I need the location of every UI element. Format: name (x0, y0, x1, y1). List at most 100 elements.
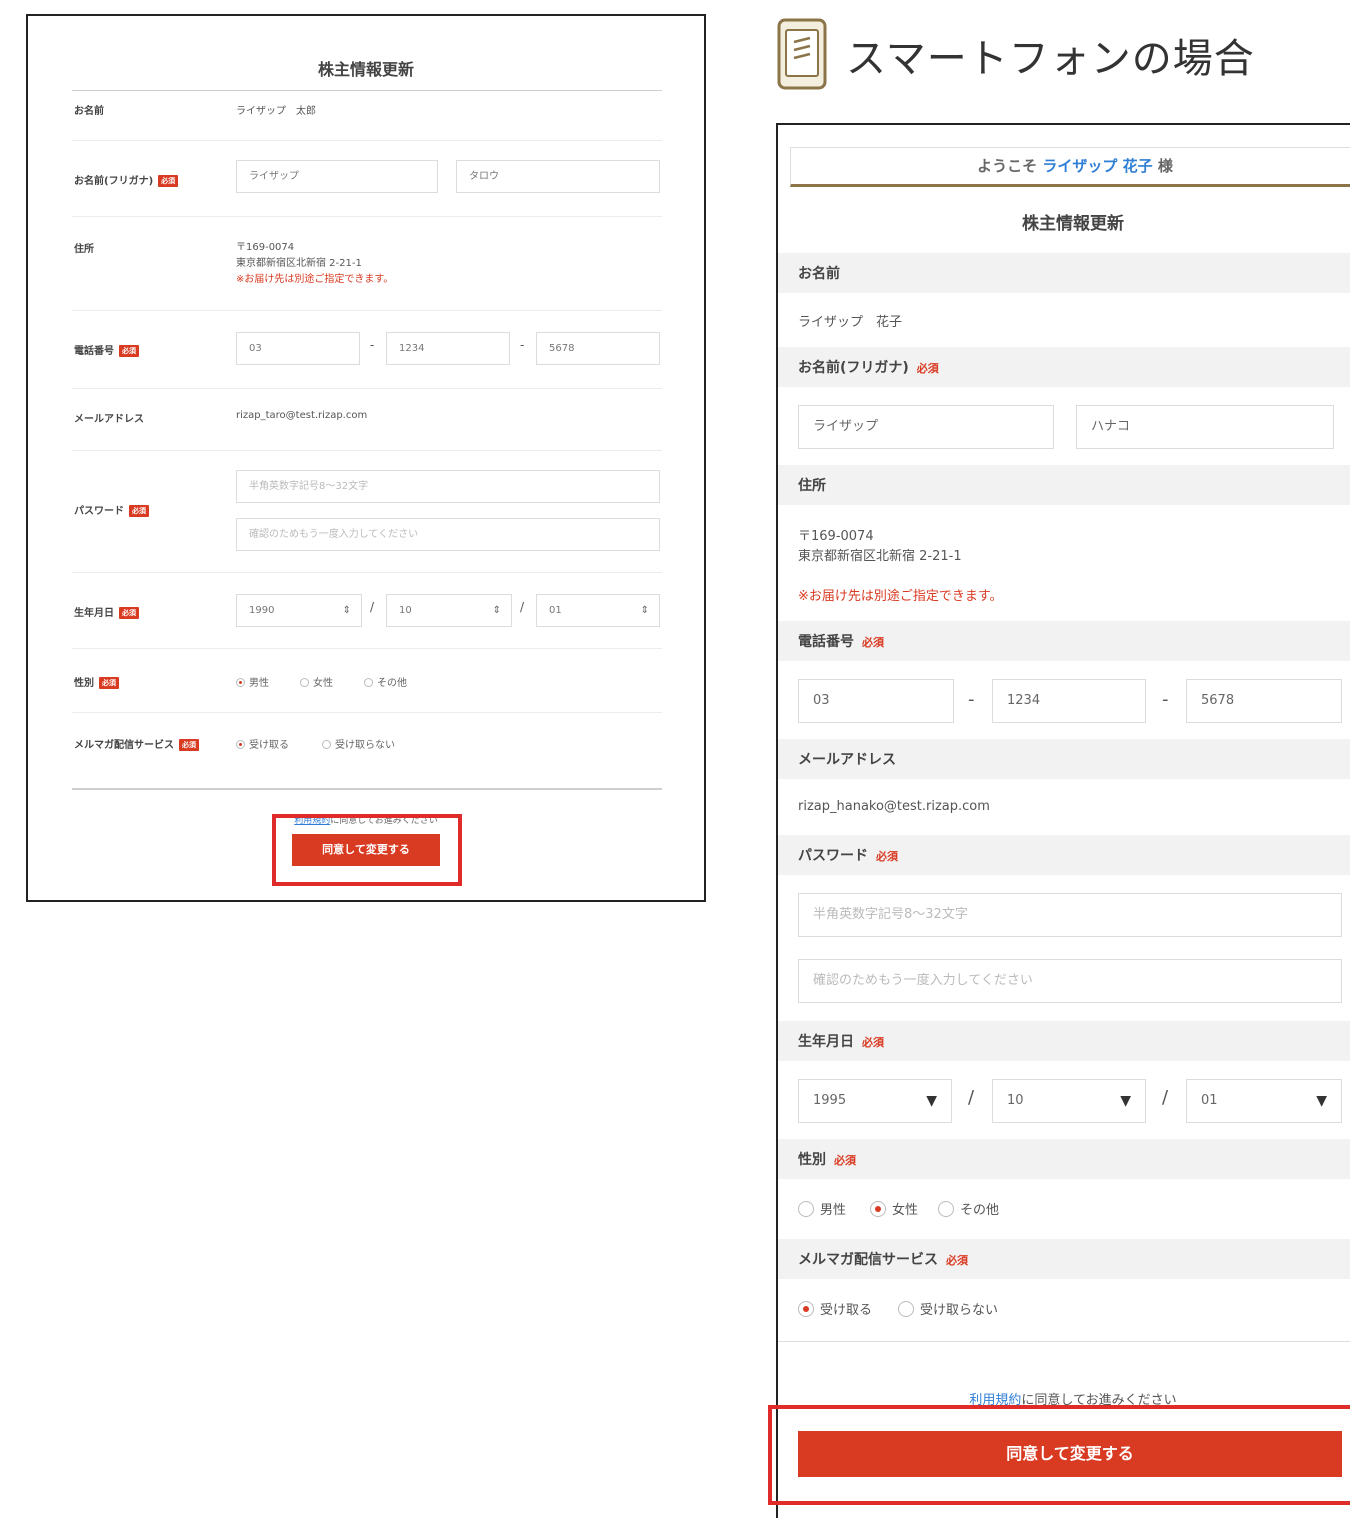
required-badge: 必須 (158, 175, 179, 187)
sp-mail-receive-label: 受け取る (820, 1303, 873, 1318)
pc-password-label-text: パスワード (74, 506, 124, 517)
select-arrow-icon: ▼ (1120, 1093, 1131, 1109)
radio-unselected-icon (798, 1201, 814, 1217)
pc-phone-label: 電話番号 必須 (74, 342, 139, 357)
sp-name-value: ライザップ 花子 (798, 315, 903, 330)
sp-birth-day-select[interactable]: 01 ▼ (1186, 1079, 1342, 1123)
pc-phone-label-text: 電話番号 (74, 346, 114, 357)
sp-gender-female-label: 女性 (892, 1203, 919, 1218)
sp-date-separator: / (968, 1087, 975, 1108)
radio-unselected-icon (300, 678, 309, 687)
sp-email-value: rizap_hanako@test.rizap.com (798, 799, 990, 814)
pc-phone-separator: - (370, 338, 375, 352)
sp-submit-button[interactable]: 同意して変更する (798, 1431, 1342, 1477)
select-arrow-icon: ⇕ (342, 605, 351, 616)
sp-gender-radio-other[interactable]: その他 (938, 1199, 999, 1218)
required-mark: 必須 (946, 1254, 968, 1267)
sp-phone-2-input[interactable]: 1234 (992, 679, 1146, 723)
pc-name-label: お名前 (74, 106, 104, 117)
pc-birth-year-value: 1990 (249, 605, 275, 616)
sp-birth-day-value: 01 (1201, 1093, 1218, 1108)
required-mark: 必須 (876, 850, 898, 863)
pc-password-confirm-input[interactable]: 確認のためもう一度入力してください (236, 518, 660, 551)
sp-name-label: お名前 (798, 266, 840, 282)
sp-birth-year-select[interactable]: 1995 ▼ (798, 1079, 952, 1123)
sp-birth-label: 生年月日 必須 (798, 1031, 884, 1051)
pc-phone-2-input[interactable]: 1234 (386, 332, 510, 365)
sp-welcome-prefix: ようこそ (977, 157, 1038, 175)
pc-gender-radio-other[interactable]: その他 (364, 674, 407, 689)
sp-kana-sei-input[interactable]: ライザップ (798, 405, 1054, 449)
sp-kana-mei-input[interactable]: ハナコ (1076, 405, 1334, 449)
pc-phone-1-input[interactable]: 03 (236, 332, 360, 365)
pc-birth-month-select[interactable]: 10 ⇕ (386, 594, 512, 627)
pc-birth-label-text: 生年月日 (74, 608, 114, 619)
pc-address-line: 東京都新宿区北新宿 2-21-1 (236, 258, 362, 269)
sp-birth-year-value: 1995 (813, 1093, 847, 1108)
select-arrow-icon: ▼ (926, 1093, 937, 1109)
smartphone-icon (777, 18, 827, 90)
pc-kana-mei-input[interactable]: タロウ (456, 160, 660, 193)
sp-welcome-suffix: 様 (1157, 157, 1173, 175)
sp-section-band (778, 253, 1350, 293)
pc-mail-receive-label: 受け取る (249, 740, 289, 751)
sp-welcome-name: ライザップ 花子 (1042, 157, 1153, 175)
select-arrow-icon: ▼ (1316, 1093, 1327, 1109)
required-badge: 必須 (119, 345, 139, 357)
radio-selected-icon (236, 740, 245, 749)
pc-mail-radio-decline[interactable]: 受け取らない (322, 736, 395, 751)
sp-phone-1-input[interactable]: 03 (798, 679, 954, 723)
sp-password-confirm-input[interactable]: 確認のためもう一度入力してください (798, 959, 1342, 1003)
pc-address-note: ※お届け先は別途ご指定できます。 (236, 274, 394, 285)
pc-row-divider (72, 648, 662, 649)
pc-email-value: rizap_taro@test.rizap.com (236, 410, 368, 421)
sp-gender-other-label: その他 (960, 1203, 1000, 1218)
pc-gender-radio-female[interactable]: 女性 (300, 674, 333, 689)
pc-birth-day-select[interactable]: 01 ⇕ (536, 594, 660, 627)
sp-mail-decline-label: 受け取らない (920, 1303, 999, 1318)
sp-gender-male-label: 男性 (820, 1203, 847, 1218)
pc-row-divider (72, 310, 662, 311)
pc-gender-male-label: 男性 (249, 678, 269, 689)
sp-address-zip: 〒169-0074 (798, 529, 874, 544)
pc-submit-button[interactable]: 同意して変更する (292, 834, 440, 866)
sp-mail-radio-receive[interactable]: 受け取る (798, 1299, 872, 1318)
sp-page-title: 株主情報更新 (1022, 214, 1124, 234)
pc-birth-year-select[interactable]: 1990 ⇕ (236, 594, 362, 627)
sp-kana-label-text: お名前(フリガナ) (798, 360, 909, 376)
sp-address-note: ※お届け先は別途ご指定できます。 (798, 589, 1003, 604)
sp-birth-month-select[interactable]: 10 ▼ (992, 1079, 1146, 1123)
pc-phone-3-input[interactable]: 5678 (536, 332, 660, 365)
sp-password-input[interactable]: 半角英数字記号8〜32文字 (798, 893, 1342, 937)
pc-date-separator: / (520, 600, 525, 614)
sp-gender-radio-female[interactable]: 女性 (870, 1199, 918, 1218)
sp-mail-label-text: メルマガ配信サービス (798, 1252, 938, 1268)
pc-address-label: 住所 (74, 244, 94, 255)
required-badge: 必須 (129, 505, 149, 517)
sp-mail-radio-decline[interactable]: 受け取らない (898, 1299, 998, 1318)
pc-row-divider (72, 450, 662, 451)
pc-mail-label-text: メルマガ配信サービス (74, 740, 174, 751)
pc-row-divider (72, 216, 662, 217)
sp-form-bottom-divider (778, 1341, 1350, 1342)
pc-kana-sei-input[interactable]: ライザップ (236, 160, 438, 193)
required-badge: 必須 (99, 677, 119, 689)
radio-unselected-icon (364, 678, 373, 687)
required-mark: 必須 (862, 636, 884, 649)
pc-mail-decline-label: 受け取らない (335, 740, 395, 751)
pc-birth-month-value: 10 (399, 605, 412, 616)
pc-mail-radio-receive[interactable]: 受け取る (236, 736, 289, 751)
pc-password-input[interactable]: 半角英数字記号8〜32文字 (236, 470, 660, 503)
pc-date-separator: / (370, 600, 375, 614)
sp-section-band (778, 1139, 1350, 1179)
sp-phone-3-input[interactable]: 5678 (1186, 679, 1342, 723)
required-mark: 必須 (862, 1036, 884, 1049)
sp-gender-radio-male[interactable]: 男性 (798, 1199, 846, 1218)
pc-gender-label-text: 性別 (74, 678, 94, 689)
radio-selected-icon (798, 1301, 814, 1317)
pc-gender-radio-male[interactable]: 男性 (236, 674, 269, 689)
sp-welcome-bar: ようこそ ライザップ 花子 様 (790, 147, 1350, 187)
sp-password-label: パスワード 必須 (798, 845, 898, 865)
pc-mail-label: メルマガ配信サービス 必須 (74, 736, 199, 751)
sp-mail-label: メルマガ配信サービス 必須 (798, 1249, 968, 1269)
